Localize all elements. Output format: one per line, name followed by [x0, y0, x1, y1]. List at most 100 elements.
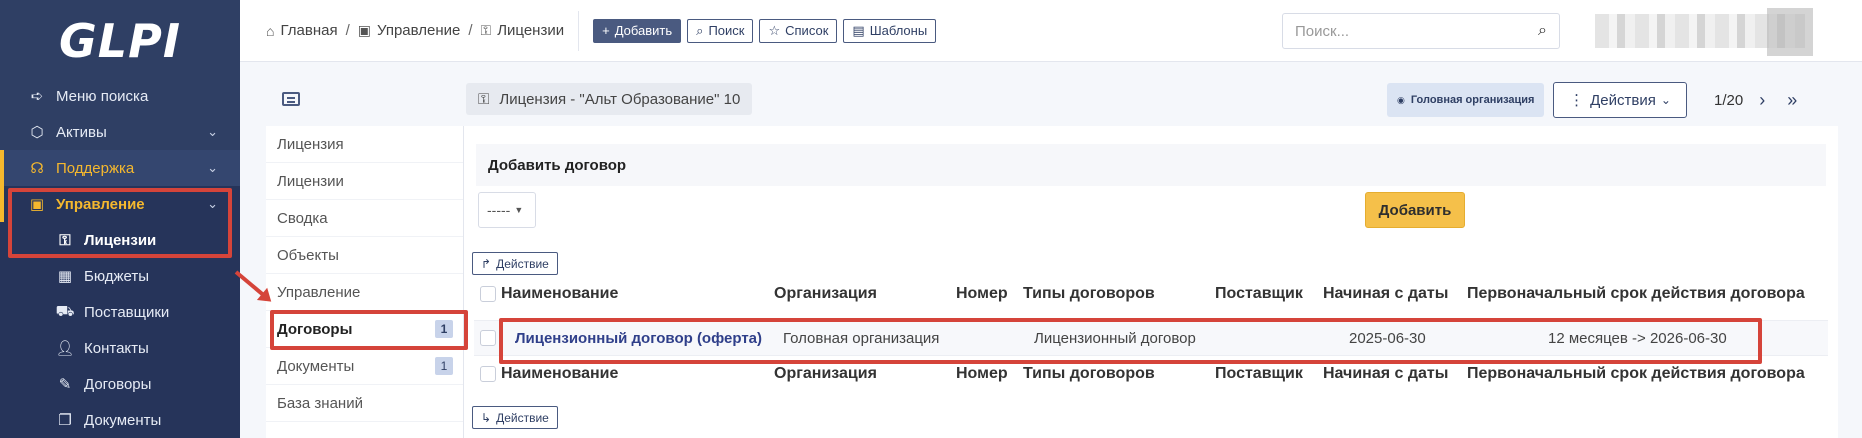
corner-arrow-icon: ↳ [481, 410, 492, 425]
sidebar-item-contacts[interactable]: 👤︎ Контакты [0, 330, 240, 366]
calculator-icon: ▦ [57, 268, 73, 285]
add-contract-heading: Добавить договор [476, 144, 1826, 186]
tab-license[interactable]: Лицензия [266, 126, 463, 163]
actions-dropdown-button[interactable]: ⋮ Действия ⌄ [1553, 82, 1687, 118]
column-header-name[interactable]: Наименование [501, 285, 618, 303]
divider [578, 10, 580, 51]
sidebar-item-label: Поставщики [84, 303, 170, 321]
tab-management[interactable]: Управление [266, 274, 463, 311]
sidebar-item-budgets[interactable]: ▦ Бюджеты [0, 258, 240, 294]
next-icon[interactable]: › [1759, 90, 1765, 111]
sidebar-item-label: Активы [56, 123, 107, 141]
list-view-icon[interactable] [282, 92, 300, 106]
plus-icon: + [602, 23, 610, 38]
sidebar: GLPI ➪ Меню поиска ⬡ Активы ⌄ ☊ Поддержк… [0, 0, 240, 438]
entity-icon: ◉ [1397, 94, 1405, 105]
mass-action-button-bottom[interactable]: ↳ Действие [472, 406, 558, 429]
sidebar-item-support[interactable]: ☊ Поддержка ⌄ [0, 150, 240, 186]
tab-licenses[interactable]: Лицензии [266, 163, 463, 200]
pager: 1/20 › » [1714, 90, 1797, 111]
column-header-supplier[interactable]: Поставщик [1215, 285, 1303, 303]
truck-icon: ⛟ [55, 302, 75, 320]
key-icon: ⚿ [480, 22, 492, 38]
sidebar-item-label: Лицензии [84, 231, 157, 249]
documents-icon: ❐ [58, 412, 72, 429]
key-icon: ⚿ [478, 90, 490, 108]
search-icon: ⌕ [696, 22, 704, 38]
contract-icon: ✎ [58, 376, 72, 393]
cell-entity: Головная организация [783, 329, 940, 347]
breadcrumb-management[interactable]: Управление [377, 22, 460, 39]
sidebar-item-licenses[interactable]: ⚿ Лицензии [0, 222, 240, 258]
sidebar-item-label: Меню поиска [56, 87, 149, 105]
sidebar-item-suppliers[interactable]: ⛟ Поставщики [0, 294, 240, 330]
list-button[interactable]: ☆ Список [759, 18, 838, 43]
kebab-icon: ⋮ [1569, 92, 1585, 109]
key-icon: ⚿ [59, 231, 71, 249]
column-header-name[interactable]: Наименование [501, 365, 618, 383]
sidebar-item-assets[interactable]: ⬡ Активы ⌄ [0, 114, 240, 150]
sidebar-item-label: Контакты [84, 339, 149, 357]
cell-duration: 12 месяцев -> 2026-06-30 [1548, 329, 1727, 347]
top-header: ⌂ Главная / ▣ Управление / ⚿ Лицензии + … [240, 0, 1862, 62]
column-header-begin-date[interactable]: Начиная с даты [1323, 285, 1448, 303]
corner-arrow-icon: ↱ [481, 256, 492, 271]
tab-documents[interactable]: Документы 1 [266, 348, 463, 385]
contract-select[interactable]: ----- ▼ [478, 192, 536, 228]
column-header-number[interactable]: Номер [956, 365, 1008, 383]
sidebar-item-management[interactable]: ▣ Управление ⌄ [0, 186, 240, 222]
column-header-duration[interactable]: Первоначальный срок действия договора [1467, 365, 1805, 383]
breadcrumb-licenses[interactable]: Лицензии [497, 22, 564, 39]
user-icon: 👤︎ [55, 340, 75, 357]
breadcrumb-home[interactable]: Главная [280, 22, 337, 39]
headset-icon: ☊ [30, 160, 44, 177]
add-contract-button[interactable]: Добавить [1365, 192, 1465, 228]
column-header-duration[interactable]: Первоначальный срок действия договора [1467, 285, 1805, 303]
contract-link[interactable]: Лицензионный договор (оферта) [515, 330, 762, 347]
column-header-entity[interactable]: Организация [774, 285, 877, 303]
column-header-type[interactable]: Типы договоров [1023, 365, 1155, 383]
global-search-input[interactable]: Поиск... ⌕ [1282, 13, 1560, 49]
tab-items[interactable]: Объекты [266, 237, 463, 274]
tab-contracts[interactable]: Договоры 1 [266, 311, 463, 348]
tab-summary[interactable]: Сводка [266, 200, 463, 237]
select-all-checkbox[interactable] [480, 286, 496, 302]
wallet-icon: ▣ [29, 196, 45, 213]
chevron-down-icon: ⌄ [207, 124, 218, 139]
cube-icon: ⬡ [30, 124, 44, 141]
breadcrumb: ⌂ Главная / ▣ Управление / ⚿ Лицензии [266, 22, 565, 39]
search-icon[interactable]: ⌕ [1538, 22, 1547, 40]
home-icon: ⌂ [266, 22, 275, 39]
column-header-type[interactable]: Типы договоров [1023, 285, 1155, 303]
add-button[interactable]: + Добавить [593, 18, 682, 43]
search-button[interactable]: ⌕ Поиск [687, 18, 754, 43]
object-tabs: Лицензия Лицензии Сводка Объекты Управле… [266, 126, 464, 438]
column-header-supplier[interactable]: Поставщик [1215, 365, 1303, 383]
glpi-logo[interactable]: GLPI [0, 0, 240, 82]
arrow-right-icon: ➪ [30, 88, 44, 105]
user-menu-blurred[interactable] [1595, 8, 1813, 56]
last-icon[interactable]: » [1787, 90, 1797, 111]
sidebar-item-label: Поддержка [56, 159, 135, 177]
tab-count-badge: 1 [435, 357, 453, 375]
contracts-panel: Добавить договор ----- ▼ Добавить ↱ Дейс… [464, 126, 1838, 438]
sidebar-item-contracts[interactable]: ✎ Договоры [0, 366, 240, 402]
entity-badge[interactable]: ◉ Головная организация [1387, 83, 1545, 117]
mass-action-button-top[interactable]: ↱ Действие [472, 252, 558, 275]
chevron-down-icon: ⌄ [207, 160, 218, 175]
select-all-checkbox[interactable] [480, 366, 496, 382]
sidebar-item-documents[interactable]: ❐ Документы [0, 402, 240, 438]
tab-knowledge-base[interactable]: База знаний [266, 385, 463, 422]
sidebar-item-label: Документы [84, 411, 162, 429]
sidebar-item-search-menu[interactable]: ➪ Меню поиска [0, 78, 240, 114]
sidebar-item-label: Договоры [84, 375, 152, 393]
column-header-begin-date[interactable]: Начиная с даты [1323, 365, 1448, 383]
row-checkbox[interactable] [480, 330, 496, 346]
table-row: Лицензионный договор (оферта) Головная о… [474, 320, 1828, 356]
chevron-down-icon: ⌄ [207, 196, 218, 211]
object-title: ⚿ Лицензия - "Альт Образование" 10 [466, 83, 753, 115]
tab-count-badge: 1 [435, 320, 453, 338]
column-header-entity[interactable]: Организация [774, 365, 877, 383]
column-header-number[interactable]: Номер [956, 285, 1008, 303]
templates-button[interactable]: ▤ Шаблоны [843, 18, 937, 43]
